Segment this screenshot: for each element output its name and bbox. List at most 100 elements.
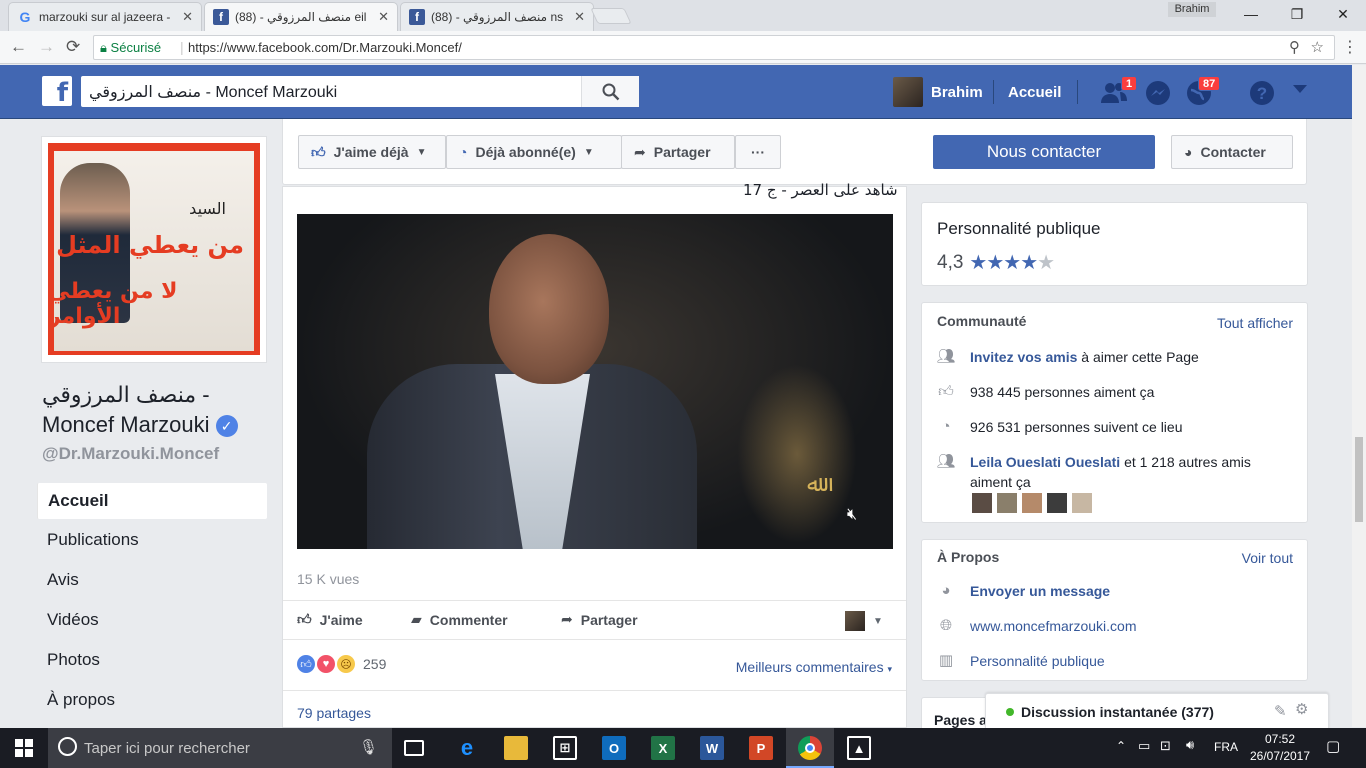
- google-icon: G: [19, 9, 31, 25]
- tab-google-search[interactable]: G marzouki sur al jazeera - ✕: [8, 2, 202, 31]
- url-text[interactable]: https://www.facebook.com/Dr.Marzouki.Mon…: [188, 40, 462, 55]
- see-all-community-link[interactable]: Tout afficher: [1217, 315, 1293, 331]
- comment-post-button[interactable]: ▰ Commenter: [411, 611, 508, 628]
- zoom-icon[interactable]: ⚲: [1289, 38, 1300, 56]
- close-tab-icon[interactable]: ✕: [182, 9, 193, 25]
- back-icon[interactable]: ←: [10, 37, 27, 57]
- photos-icon[interactable]: ▲: [847, 736, 871, 760]
- outlook-icon[interactable]: O: [602, 736, 626, 760]
- store-icon[interactable]: ⊞: [553, 736, 577, 760]
- file-explorer-icon[interactable]: [504, 736, 528, 760]
- profile-link[interactable]: Brahim: [931, 84, 983, 101]
- address-bar[interactable]: 🔒︎ Sécurisé | https://www.facebook.com/D…: [93, 35, 1335, 60]
- powerpoint-icon[interactable]: P: [749, 736, 773, 760]
- browser-menu-icon[interactable]: ⋮: [1342, 37, 1358, 57]
- mute-icon[interactable]: 🔇︎: [847, 506, 857, 524]
- avatar[interactable]: [1022, 493, 1042, 513]
- home-link[interactable]: Accueil: [1008, 84, 1061, 101]
- secure-badge[interactable]: 🔒︎ Sécurisé: [100, 40, 161, 56]
- minimize-icon[interactable]: —: [1228, 0, 1274, 28]
- profile-picture[interactable]: السيد من يعطي المثل لا من يعطي الأوامر: [41, 136, 267, 363]
- chat-bar[interactable]: Discussion instantanée (377) ✎ ⚙: [985, 693, 1329, 729]
- browser-profile-name[interactable]: Brahim: [1168, 2, 1216, 17]
- avatar[interactable]: [1072, 493, 1092, 513]
- volume-icon[interactable]: 🔊︎: [1186, 737, 1194, 753]
- nav-item-avis[interactable]: Avis: [37, 562, 267, 598]
- nav-item-publications[interactable]: Publications: [37, 522, 267, 558]
- share-count-link[interactable]: 79 partages: [297, 705, 371, 721]
- microphone-icon[interactable]: 🎙︎: [359, 738, 378, 756]
- see-all-about-link[interactable]: Voir tout: [1242, 550, 1293, 566]
- invite-friends-text: à aimer cette Page: [1081, 349, 1199, 365]
- input-language[interactable]: FRA: [1214, 740, 1238, 754]
- pages-liked-title: Pages a: [934, 712, 987, 728]
- battery-icon[interactable]: ▭: [1138, 738, 1150, 754]
- page-scrollbar[interactable]: [1352, 65, 1366, 727]
- close-window-icon[interactable]: ✕: [1320, 0, 1366, 28]
- compose-icon[interactable]: ✎: [1274, 702, 1287, 720]
- follow-page-button[interactable]: ◔ Déjà abonné(e) ▼: [446, 135, 622, 169]
- system-clock[interactable]: 07:52 26/07/2017: [1240, 731, 1320, 765]
- share-page-button[interactable]: ➦ Partager: [621, 135, 735, 169]
- post-as-selector[interactable]: ▼: [845, 611, 883, 631]
- tab-facebook-active[interactable]: f منصف المرزوقي - (88) eil ✕: [204, 2, 398, 31]
- avatar[interactable]: [997, 493, 1017, 513]
- website-link[interactable]: www.moncefmarzouki.com: [970, 616, 1137, 636]
- gear-icon[interactable]: ⚙: [1295, 700, 1308, 718]
- category-link[interactable]: Personnalité publique: [970, 651, 1105, 671]
- account-menu-chevron-icon[interactable]: [1293, 85, 1307, 93]
- video-player[interactable]: ﷲ 🔇︎: [297, 214, 893, 549]
- secure-label: Sécurisé: [110, 40, 162, 55]
- share-post-button[interactable]: ➦ Partager: [561, 611, 638, 628]
- tab-facebook[interactable]: f منصف المرزوقي - (88) ns ✕: [400, 2, 594, 31]
- chrome-taskbar-button[interactable]: [786, 728, 834, 768]
- nav-item-about[interactable]: À propos: [37, 682, 267, 718]
- avatar[interactable]: [1047, 493, 1067, 513]
- like-post-button[interactable]: 👍︎ J'aime: [297, 611, 363, 628]
- browser-toolbar: ← → ⟳ 🔒︎ Sécurisé | https://www.facebook…: [0, 31, 1366, 64]
- avatar[interactable]: [972, 493, 992, 513]
- forward-icon[interactable]: →: [38, 37, 55, 57]
- nav-item-videos[interactable]: Vidéos: [37, 602, 267, 638]
- reload-icon[interactable]: ⟳: [66, 37, 80, 57]
- excel-icon[interactable]: X: [651, 736, 675, 760]
- avatar[interactable]: [893, 77, 923, 107]
- maximize-icon[interactable]: ❐: [1274, 0, 1320, 28]
- send-message-link[interactable]: Envoyer un message: [970, 581, 1110, 601]
- facebook-search-box[interactable]: منصف المرزوقي - Moncef Marzouki: [81, 76, 639, 107]
- windows-start-icon[interactable]: [0, 728, 48, 768]
- friend-name-link[interactable]: Leila Oueslati Oueslati: [970, 454, 1120, 470]
- taskbar-search[interactable]: Taper ici pour rechercher 🎙︎: [48, 728, 392, 768]
- new-tab-button[interactable]: [590, 8, 632, 24]
- word-icon[interactable]: W: [700, 736, 724, 760]
- messenger-icon[interactable]: [1145, 80, 1171, 109]
- action-center-icon[interactable]: ▢: [1326, 737, 1340, 755]
- page-handle[interactable]: @Dr.Marzouki.Moncef: [42, 444, 219, 464]
- reaction-summary[interactable]: 👍︎ ♥ ☹ 259: [297, 655, 386, 673]
- search-input[interactable]: منصف المرزوقي - Moncef Marzouki: [89, 82, 337, 102]
- search-button[interactable]: [581, 76, 639, 107]
- rating[interactable]: 4,3 ★★★★★: [937, 250, 1055, 275]
- close-tab-icon[interactable]: ✕: [574, 9, 585, 25]
- show-hidden-icons-icon[interactable]: ⌃: [1116, 739, 1126, 753]
- rss-icon: ◔: [941, 418, 951, 435]
- comment-sort-dropdown[interactable]: Meilleurs commentaires ▾: [736, 659, 892, 675]
- bookmark-star-icon[interactable]: ☆: [1311, 38, 1324, 56]
- task-view-icon[interactable]: [404, 740, 424, 756]
- page-title[interactable]: منصف المرزوقي - Moncef Marzouki ✓: [42, 380, 272, 440]
- help-icon[interactable]: ?: [1249, 80, 1275, 109]
- more-options-button[interactable]: ···: [735, 135, 781, 169]
- network-icon[interactable]: ⊡: [1160, 738, 1171, 754]
- edge-icon[interactable]: e: [455, 735, 479, 760]
- scrollbar-thumb[interactable]: [1355, 437, 1363, 522]
- share-page-label: Partager: [653, 144, 711, 160]
- nav-item-accueil[interactable]: Accueil: [37, 483, 267, 519]
- facebook-logo-icon[interactable]: f: [42, 76, 72, 108]
- nav-item-photos[interactable]: Photos: [37, 642, 267, 678]
- invite-friends-link[interactable]: Invitez vos amis: [970, 349, 1077, 365]
- page-category[interactable]: Personnalité publique: [937, 219, 1101, 239]
- close-tab-icon[interactable]: ✕: [378, 9, 389, 25]
- contact-us-button[interactable]: Nous contacter: [933, 135, 1155, 169]
- like-page-button[interactable]: 👍︎ J'aime déjà ▼: [298, 135, 446, 169]
- message-page-button[interactable]: ◕ Contacter: [1171, 135, 1293, 169]
